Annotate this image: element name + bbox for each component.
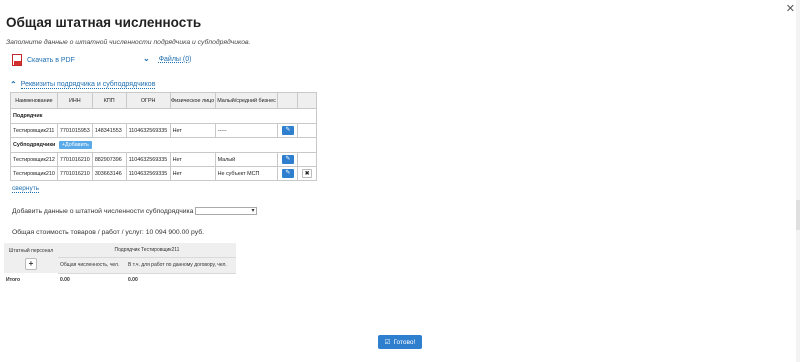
col-contract-staff: В т.ч. для работ по данному договору, че… [126,257,236,274]
subcontractor-select[interactable] [195,207,258,215]
cell-kpp: 148341553 [91,123,127,138]
staff-table: Штатный персонал + Подрядчик Тестировщик… [4,243,236,286]
cell-individual: Нет [169,123,216,138]
cell-kpp: 303663146 [91,166,127,181]
add-staff-row: Добавить данные о штатной численности су… [12,207,258,215]
chevron-down-icon: ⌄ [143,54,150,63]
dialog-subtitle: Заполните данные о штатной численности п… [6,39,251,46]
cell-name: Тестировщик210 [10,166,58,181]
scrollbar-thumb[interactable] [796,200,800,230]
edit-button[interactable]: ✎ [281,126,294,135]
close-icon[interactable]: ✕ [786,2,795,15]
edit-button[interactable]: ✎ [281,169,294,178]
contractor-group-row: Подрядчик [10,108,317,124]
cell-delete: ✖ [297,166,317,181]
col-name: Наименование [10,92,58,109]
cell-empty [297,152,317,167]
staff-personnel-label: Штатный персонал [8,248,54,254]
table-row: Тестировщик212 7701016210 882907396 1104… [10,152,317,167]
cell-individual: Нет [169,166,216,181]
cell-name: Тестировщик211 [10,123,58,138]
cell-ogrn: 1104632569335 [125,152,171,167]
subcontractors-group-cell: Субподрядчики +Добавить [10,137,317,153]
download-pdf-link[interactable]: Скачать в PDF [12,54,75,66]
cell-ogrn: 1104632569335 [125,123,171,138]
requisites-label: Реквизиты подрядчика и субподрядчиков [20,81,156,89]
chevron-up-icon: ⌃ [10,80,17,89]
cell-business: Не субъект МСП [214,166,279,181]
add-subcontractor-button[interactable]: +Добавить [58,141,92,149]
cell-kpp: 882907396 [91,152,127,167]
collapse-link[interactable]: свернуть [12,185,40,193]
add-staff-wrap: + [4,258,58,270]
col-kpp: КПП [91,92,127,109]
cell-business: ----- [214,123,279,138]
scrollbar[interactable] [796,0,800,362]
check-icon: ☑ [384,339,391,346]
total-staff-value: 0.00 [60,276,70,283]
delete-button[interactable]: ✖ [302,169,313,178]
total-cost: Общая стоимость товаров / работ / услуг:… [12,229,205,236]
staff-header-row-1: Штатный персонал + Подрядчик Тестировщик… [4,243,236,273]
done-button[interactable]: ☑ Готово! [378,335,422,349]
total-label: Итого [6,276,21,283]
cell-inn: 7701016210 [56,166,93,181]
staff-personnel-header: Штатный персонал + [4,243,58,273]
col-total-staff: Общая численность, чел. [58,257,126,274]
add-staff-button[interactable]: + [25,258,37,270]
contractor-group-label: Подрядчик [10,108,317,124]
pdf-icon [12,54,22,66]
download-pdf-label: Скачать в PDF [27,56,75,64]
cell-business: Малый [214,152,279,167]
edit-button[interactable]: ✎ [281,155,294,164]
contract-staff-value: 0.00 [128,276,138,283]
requisites-table: Наименование ИНН КПП ОГРН Физическое лиц… [10,92,317,181]
cell-ogrn: 1104632569335 [125,166,171,181]
table-row: Тестировщик211 7701015953 148341553 1104… [10,123,317,138]
cell-empty [297,123,317,138]
col-individual: Физическое лицо [169,92,216,109]
files-toggle[interactable]: ⌄ Файлы (0) [143,55,191,63]
cell-individual: Нет [169,152,216,167]
staff-total-row: Итого 0.00 0.00 [4,273,236,286]
table-row: Тестировщик210 7701016210 303663146 1104… [10,166,317,181]
add-staff-label: Добавить данные о штатной численности су… [12,207,194,215]
subcontractors-group-label: Субподрядчики [13,142,56,148]
col-ogrn: ОГРН [125,92,171,109]
cell-edit: ✎ [277,166,299,181]
add-subcontractor-label: Добавить [65,142,89,148]
dialog-title: Общая штатная численность [6,15,202,30]
col-inn: ИНН [56,92,93,109]
subcontractors-group-row: Субподрядчики +Добавить [10,137,317,153]
cell-edit: ✎ [277,152,299,167]
requisites-header-row: Наименование ИНН КПП ОГРН Физическое лиц… [10,92,317,109]
contractor-header: Подрядчик Тестировщик211 [58,243,236,258]
col-actions [277,92,299,109]
cell-inn: 7701016210 [56,152,93,167]
col-delete [297,92,317,109]
col-business: Малый/средний бизнес [214,92,279,109]
cell-edit: ✎ [277,123,299,138]
cell-name: Тестировщик212 [10,152,58,167]
files-label: Файлы (0) [158,55,192,63]
requisites-toggle[interactable]: ⌃ Реквизиты подрядчика и субподрядчиков [10,80,156,89]
cell-inn: 7701015953 [56,123,93,138]
done-label: Готово! [393,338,416,346]
